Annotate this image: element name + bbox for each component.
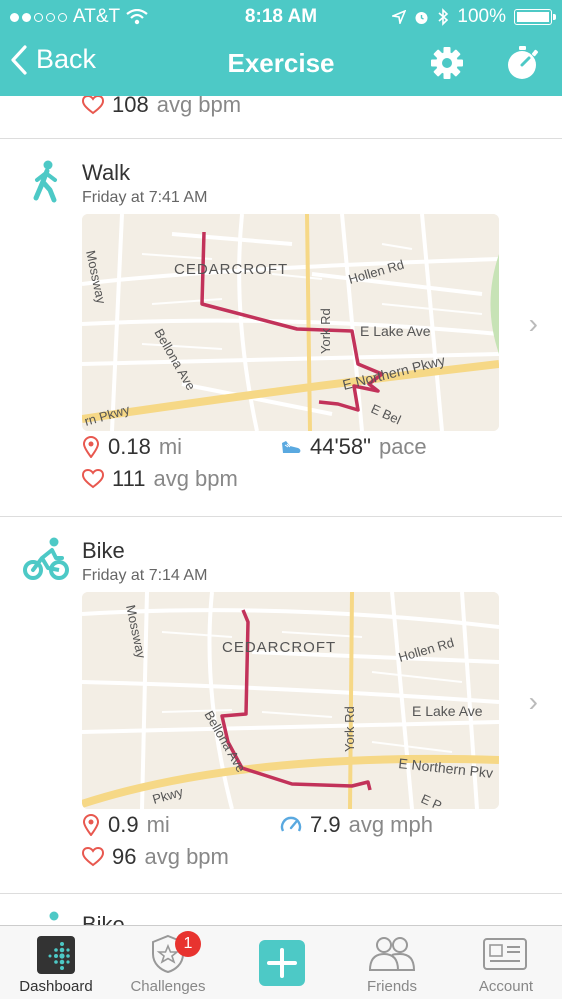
entry-title: Bike [82, 538, 125, 563]
distance-unit: mi [158, 434, 183, 459]
top-bar: AT&T 8:18 AM 100% Back Exercise [0, 0, 562, 96]
shoe-icon [282, 441, 301, 453]
map-label: E Lake Ave [412, 703, 483, 719]
map-graphic: Mossway CEDARCROFT Hollen Rd E Lake Ave … [82, 214, 499, 431]
speed-stat: 7.9 avg mph [280, 812, 433, 838]
speed-unit: avg mph [348, 812, 433, 837]
heart-icon [82, 847, 104, 867]
pace-unit: pace [378, 434, 427, 459]
route-map[interactable]: Mossway CEDARCROFT Hollen Rd E Lake Ave … [82, 592, 499, 809]
bpm-value: 108 [112, 96, 149, 117]
divider [0, 893, 562, 894]
tab-friends[interactable]: Friends [336, 926, 448, 1000]
battery-icon [514, 9, 556, 25]
location-pin-icon [82, 436, 100, 458]
tab-bar: Dashboard 1 Challenges Friends Account [0, 925, 562, 999]
distance-stat: 0.9 mi [82, 812, 170, 838]
location-pin-icon [82, 814, 100, 836]
chevron-right-icon[interactable]: › [529, 308, 538, 340]
bpm-stat: 96 avg bpm [82, 844, 229, 870]
chevron-right-icon[interactable]: › [529, 686, 538, 718]
bluetooth-icon [438, 8, 449, 26]
map-label: CEDARCROFT [222, 639, 336, 656]
bpm-stat: 111 avg bpm [82, 466, 238, 492]
heart-icon [82, 469, 104, 489]
map-graphic: Mossway CEDARCROFT Hollen Rd E Lake Ave … [82, 592, 499, 809]
list-item-bike[interactable]: Bike Friday at 7:14 AM Mossway CEDARCROF… [0, 536, 562, 892]
friends-icon [368, 937, 416, 971]
bpm-value: 96 [112, 844, 137, 869]
bpm-unit: avg bpm [156, 96, 242, 117]
tab-label: Challenges [130, 978, 206, 995]
gear-icon[interactable] [428, 44, 466, 82]
status-bar: AT&T 8:18 AM 100% [0, 0, 562, 32]
stopwatch-icon[interactable] [504, 44, 542, 82]
exercise-list: 108 avg bpm Walk Friday at 7:41 AM Mossw… [0, 96, 562, 925]
entry-title: Bike [82, 912, 125, 925]
distance-value: 0.18 [108, 434, 151, 459]
list-item-next[interactable]: Bike [0, 910, 562, 925]
battery-percent: 100% [457, 6, 506, 27]
map-label: York Rd [318, 308, 333, 354]
speedometer-icon [280, 816, 302, 832]
nav-bar: Back Exercise [0, 40, 562, 88]
tab-label: Dashboard [19, 978, 93, 995]
entry-time: Friday at 7:14 AM [82, 567, 208, 584]
bpm-value: 111 [112, 466, 146, 491]
route-map[interactable]: Mossway CEDARCROFT Hollen Rd E Lake Ave … [82, 214, 499, 431]
bike-icon [23, 537, 69, 580]
tab-label: Friends [366, 978, 418, 995]
add-button[interactable] [259, 940, 305, 986]
walk-icon [33, 160, 57, 203]
tab-account[interactable]: Account [450, 926, 562, 1000]
list-item-walk[interactable]: Walk Friday at 7:41 AM Mossway CEDARCROF… [0, 158, 562, 514]
speed-value: 7.9 [310, 812, 341, 837]
divider [0, 138, 562, 139]
pace-value: 44'58" [310, 434, 371, 459]
location-icon [392, 10, 407, 24]
divider [0, 516, 562, 517]
alarm-icon [415, 11, 428, 24]
entry-title: Walk [82, 160, 131, 185]
notification-badge: 1 [175, 931, 201, 957]
tab-dashboard[interactable]: Dashboard [0, 926, 112, 1000]
entry-time: Friday at 7:41 AM [82, 189, 208, 206]
bpm-unit: avg bpm [153, 466, 238, 491]
heart-icon [82, 96, 104, 115]
distance-stat: 0.18 mi [82, 434, 182, 460]
pace-stat: 44'58" pace [280, 434, 427, 460]
account-card-icon [483, 938, 527, 970]
tab-challenges[interactable]: 1 Challenges [112, 926, 224, 1000]
page-title: Exercise [227, 48, 335, 78]
distance-value: 0.9 [108, 812, 139, 837]
map-label: E Lake Ave [360, 323, 431, 339]
tab-label: Account [478, 978, 534, 995]
previous-entry-bpm: 108 avg bpm [82, 96, 241, 118]
bpm-unit: avg bpm [144, 844, 229, 869]
status-right: 100% [392, 6, 556, 28]
dashboard-icon [37, 936, 75, 974]
map-label: CEDARCROFT [174, 261, 288, 278]
map-label: York Rd [342, 706, 357, 752]
plus-icon [267, 948, 297, 978]
bike-icon [49, 911, 59, 921]
distance-unit: mi [146, 812, 170, 837]
